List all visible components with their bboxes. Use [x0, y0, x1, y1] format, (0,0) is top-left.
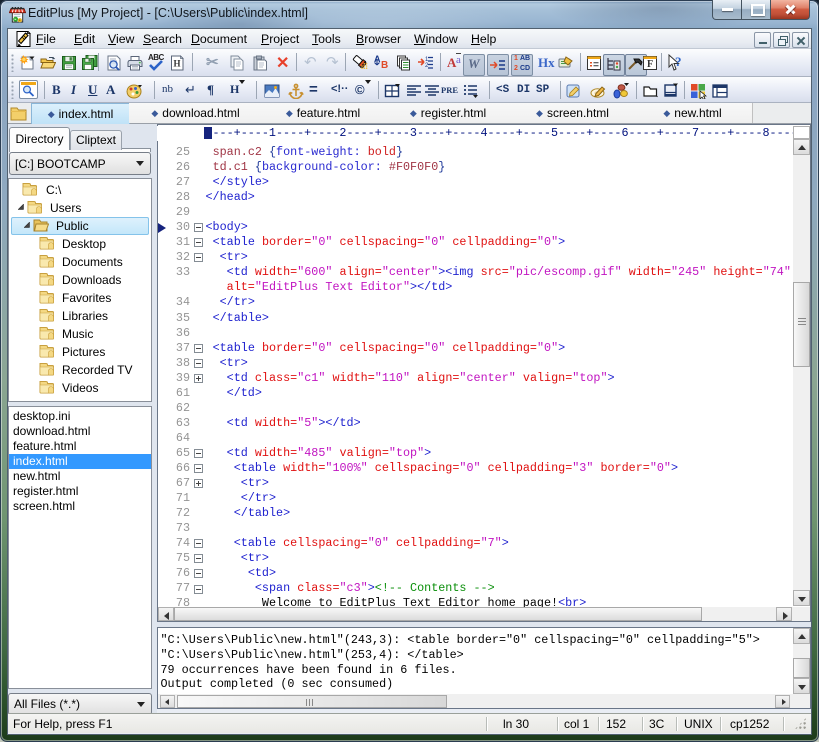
svg-text:?: ?: [675, 54, 682, 69]
svg-text:H: H: [174, 59, 181, 69]
svg-text:F: F: [647, 59, 653, 70]
